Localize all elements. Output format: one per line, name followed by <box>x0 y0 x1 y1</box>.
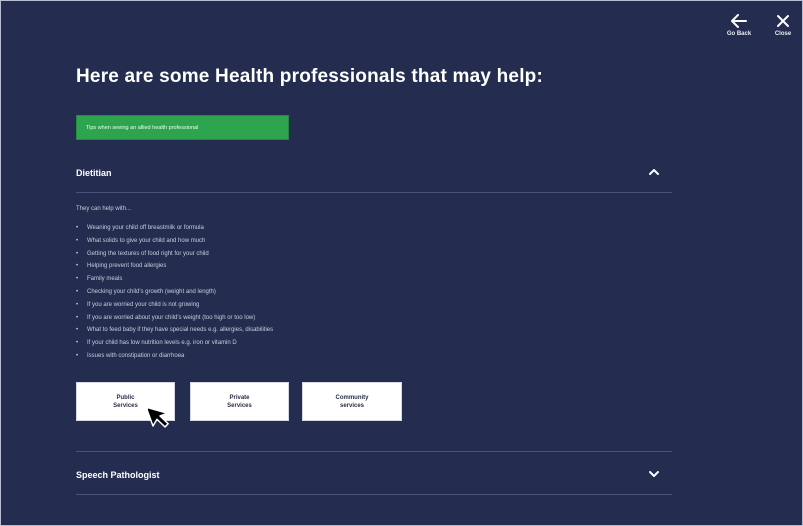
button-label-line1: Private <box>229 394 250 401</box>
list-item: If your child has low nutrition levels e… <box>76 337 273 350</box>
accordion-header-speech-pathologist[interactable]: Speech Pathologist <box>76 468 672 486</box>
chevron-up-icon <box>649 169 659 175</box>
go-back-button[interactable]: Go Back <box>719 14 759 37</box>
list-item: Issues with constipation or diarrhoea <box>76 350 273 363</box>
mouse-pointer-icon <box>148 406 169 428</box>
list-item: Weaning your child off breastmilk or for… <box>76 222 273 235</box>
list-item: What solids to give your child and how m… <box>76 235 273 248</box>
accordion-divider <box>76 451 672 452</box>
help-list: Weaning your child off breastmilk or for… <box>76 222 273 363</box>
list-item: If you are worried about your child's we… <box>76 312 273 325</box>
list-item: Getting the textures of food right for y… <box>76 248 273 261</box>
button-label-line2: Services <box>227 402 252 409</box>
close-icon <box>777 15 789 27</box>
arrow-left-icon <box>731 14 747 28</box>
accordion-title: Dietitian <box>76 168 112 178</box>
accordion-header-dietitian[interactable]: Dietitian <box>76 166 672 184</box>
button-label-line1: Public <box>116 394 135 401</box>
list-item: What to feed baby if they have special n… <box>76 324 273 337</box>
accordion-title: Speech Pathologist <box>76 470 160 480</box>
button-label-line2: Services <box>113 402 138 409</box>
close-button[interactable]: Close <box>763 14 803 37</box>
go-back-label: Go Back <box>726 31 752 37</box>
accordion-divider <box>76 192 672 193</box>
tips-button[interactable]: Tips when seeing an allied health profes… <box>76 115 289 140</box>
list-item: If you are worried your child is not gro… <box>76 299 273 312</box>
chevron-down-icon <box>649 471 659 477</box>
accordion-divider <box>76 494 672 495</box>
button-label-line2: services <box>339 402 365 409</box>
community-services-button[interactable]: Community services <box>302 382 402 421</box>
list-item: Family meals <box>76 273 273 286</box>
button-label-line1: Community <box>335 394 369 401</box>
private-services-button[interactable]: Private Services <box>190 382 289 421</box>
list-item: Helping prevent food allergies <box>76 260 273 273</box>
list-item: Checking your child's growth (weight and… <box>76 286 273 299</box>
page-title: Here are some Health professionals that … <box>76 66 544 87</box>
close-label: Close <box>774 31 792 37</box>
accordion-intro: They can help with... <box>76 206 132 212</box>
